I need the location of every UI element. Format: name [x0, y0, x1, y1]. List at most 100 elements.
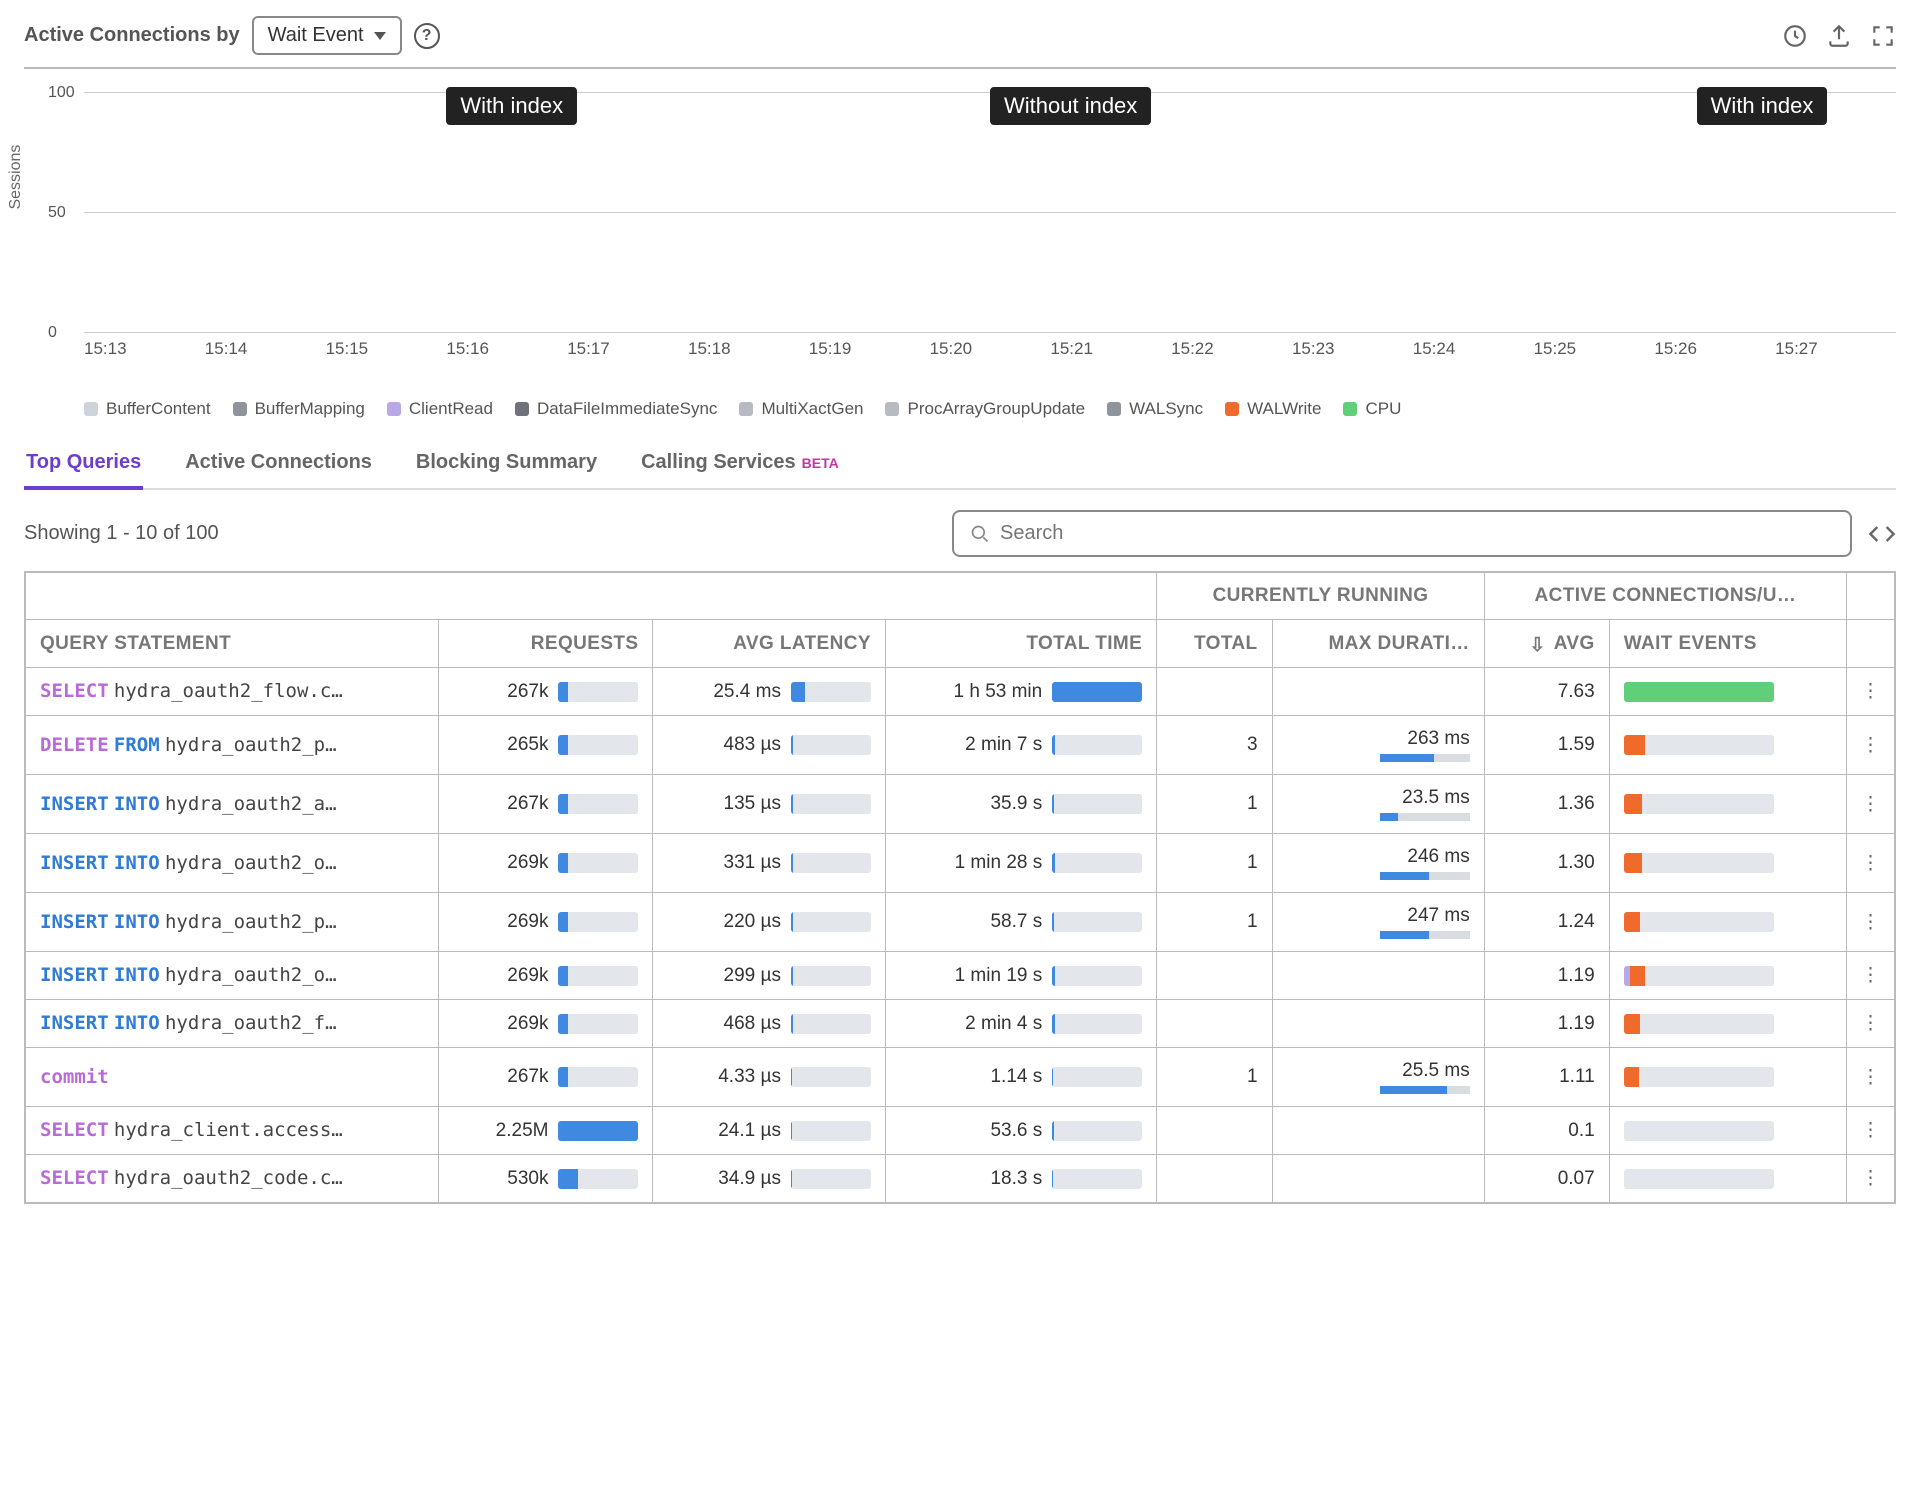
legend-item[interactable]: ProcArrayGroupUpdate [885, 399, 1085, 419]
header-bar: Active Connections by Wait Event ? [24, 16, 1896, 69]
table-row[interactable]: INSERT INTO hydra_oauth2_f…269k468 µs2 m… [25, 1000, 1895, 1048]
sort-desc-icon: ⇩ [1529, 634, 1545, 657]
header-title: Active Connections by [24, 24, 240, 47]
chart: Sessions 0 50 100 With indexWithout inde… [24, 93, 1896, 373]
tab[interactable]: Active Connections [183, 443, 374, 488]
xtick: 15:27 [1775, 333, 1896, 373]
xtick: 15:15 [326, 333, 447, 373]
legend-label: WALSync [1129, 399, 1203, 419]
row-menu-icon[interactable]: ⋮ [1847, 1000, 1896, 1048]
xtick: 15:13 [84, 333, 205, 373]
wait-events-bar [1624, 966, 1774, 986]
wait-events-bar [1624, 912, 1774, 932]
row-menu-icon[interactable]: ⋮ [1847, 952, 1896, 1000]
legend-label: ClientRead [409, 399, 493, 419]
chart-annotation: With index [1697, 87, 1828, 125]
y-axis-label: Sessions [7, 145, 25, 210]
row-menu-icon[interactable]: ⋮ [1847, 893, 1896, 952]
table-row[interactable]: INSERT INTO hydra_oauth2_p…269k220 µs58.… [25, 893, 1895, 952]
legend-item[interactable]: BufferMapping [233, 399, 365, 419]
wait-events-bar [1624, 1067, 1774, 1087]
xtick: 15:20 [930, 333, 1051, 373]
tab[interactable]: Calling ServicesBETA [639, 443, 841, 488]
search-box[interactable] [952, 510, 1852, 557]
groupby-dropdown[interactable]: Wait Event [252, 16, 402, 55]
search-icon [970, 524, 990, 544]
chart-annotation: Without index [990, 87, 1151, 125]
legend-swatch [1225, 402, 1239, 416]
table-row[interactable]: commit 267k4.33 µs1.14 s125.5 ms1.11⋮ [25, 1048, 1895, 1107]
xtick: 15:19 [809, 333, 930, 373]
tab[interactable]: Blocking Summary [414, 443, 599, 488]
chart-annotation: With index [446, 87, 577, 125]
code-toggle-icon[interactable] [1868, 520, 1896, 548]
groupby-value: Wait Event [268, 24, 364, 47]
xtick: 15:21 [1050, 333, 1171, 373]
legend-item[interactable]: CPU [1343, 399, 1401, 419]
legend-swatch [84, 402, 98, 416]
col-requests[interactable]: REQUESTS [439, 620, 653, 668]
legend-swatch [387, 402, 401, 416]
legend-item[interactable]: MultiXactGen [739, 399, 863, 419]
ytick: 0 [48, 324, 57, 342]
ytick: 100 [48, 84, 75, 102]
header-actions [1782, 23, 1896, 49]
xtick: 15:25 [1534, 333, 1655, 373]
table-row[interactable]: SELECT hydra_oauth2_flow.c…267k25.4 ms1 … [25, 668, 1895, 716]
col-avg[interactable]: ⇩AVG [1484, 620, 1609, 668]
ytick: 50 [48, 204, 66, 222]
help-icon[interactable]: ? [414, 23, 440, 49]
col-running-total[interactable]: TOTAL [1157, 620, 1272, 668]
group-connections: ACTIVE CONNECTIONS/U… [1484, 572, 1846, 620]
row-menu-icon[interactable]: ⋮ [1847, 716, 1896, 775]
row-menu-icon[interactable]: ⋮ [1847, 834, 1896, 893]
xtick: 15:23 [1292, 333, 1413, 373]
legend-swatch [739, 402, 753, 416]
legend-label: WALWrite [1247, 399, 1321, 419]
table-controls: Showing 1 - 10 of 100 [24, 510, 1896, 557]
group-running: CURRENTLY RUNNING [1157, 572, 1484, 620]
col-latency[interactable]: AVG LATENCY [653, 620, 885, 668]
row-menu-icon[interactable]: ⋮ [1847, 775, 1896, 834]
xtick: 15:26 [1654, 333, 1775, 373]
legend-label: ProcArrayGroupUpdate [907, 399, 1085, 419]
table-row[interactable]: INSERT INTO hydra_oauth2_o…269k331 µs1 m… [25, 834, 1895, 893]
table-row[interactable]: INSERT INTO hydra_oauth2_a…267k135 µs35.… [25, 775, 1895, 834]
table-row[interactable]: SELECT hydra_oauth2_code.c…530k34.9 µs18… [25, 1155, 1895, 1204]
wait-events-bar [1624, 1121, 1774, 1141]
xtick: 15:17 [567, 333, 688, 373]
wait-events-bar [1624, 853, 1774, 873]
wait-events-bar [1624, 735, 1774, 755]
row-menu-icon[interactable]: ⋮ [1847, 1155, 1896, 1204]
table-row[interactable]: INSERT INTO hydra_oauth2_o…269k299 µs1 m… [25, 952, 1895, 1000]
xtick: 15:22 [1171, 333, 1292, 373]
table-row[interactable]: DELETE FROM hydra_oauth2_p…265k483 µs2 m… [25, 716, 1895, 775]
row-menu-icon[interactable]: ⋮ [1847, 1107, 1896, 1155]
legend-swatch [1107, 402, 1121, 416]
wait-events-bar [1624, 1169, 1774, 1189]
legend-item[interactable]: ClientRead [387, 399, 493, 419]
xtick: 15:14 [205, 333, 326, 373]
col-max-dur[interactable]: MAX DURATI… [1272, 620, 1484, 668]
row-menu-icon[interactable]: ⋮ [1847, 668, 1896, 716]
export-icon[interactable] [1826, 23, 1852, 49]
row-menu-icon[interactable]: ⋮ [1847, 1048, 1896, 1107]
search-input[interactable] [1000, 522, 1834, 545]
legend-item[interactable]: WALSync [1107, 399, 1203, 419]
col-wait-events[interactable]: WAIT EVENTS [1609, 620, 1846, 668]
table-row[interactable]: SELECT hydra_client.access…2.25M24.1 µs5… [25, 1107, 1895, 1155]
legend-label: MultiXactGen [761, 399, 863, 419]
chart-grid: 0 50 100 With indexWithout indexWith ind… [84, 93, 1896, 333]
tab[interactable]: Top Queries [24, 443, 143, 488]
wait-events-bar [1624, 1014, 1774, 1034]
legend-swatch [515, 402, 529, 416]
expand-icon[interactable] [1870, 23, 1896, 49]
legend-item[interactable]: WALWrite [1225, 399, 1321, 419]
col-total-time[interactable]: TOTAL TIME [885, 620, 1156, 668]
clock-icon[interactable] [1782, 23, 1808, 49]
xtick: 15:24 [1413, 333, 1534, 373]
legend-item[interactable]: DataFileImmediateSync [515, 399, 717, 419]
legend-item[interactable]: BufferContent [84, 399, 211, 419]
wait-events-bar [1624, 794, 1774, 814]
col-stmt[interactable]: QUERY STATEMENT [25, 620, 439, 668]
